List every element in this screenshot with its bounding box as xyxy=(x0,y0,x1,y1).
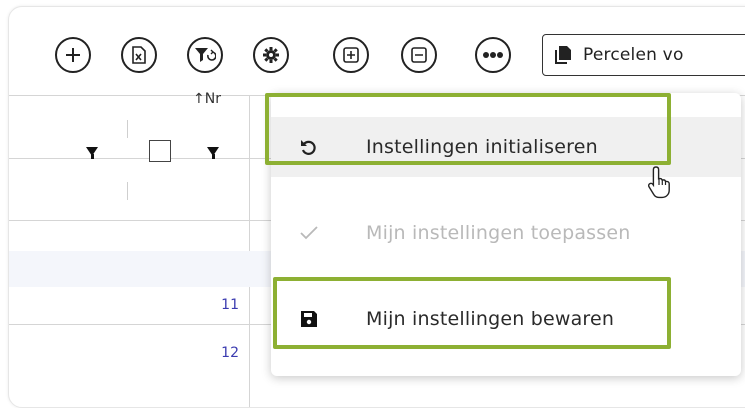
collapse-all-button[interactable] xyxy=(401,37,437,73)
select-all-checkbox[interactable] xyxy=(149,140,171,162)
menu-item-label: Mijn instellingen toepassen xyxy=(366,222,631,244)
settings-button[interactable] xyxy=(253,37,289,73)
filter-icon[interactable] xyxy=(86,147,98,159)
menu-item-label: Mijn instellingen bewaren xyxy=(366,308,615,330)
save-icon xyxy=(299,309,319,329)
percelen-label: Percelen vo xyxy=(583,45,684,65)
plus-icon xyxy=(66,48,80,62)
check-icon xyxy=(299,223,319,243)
minus-square-icon xyxy=(411,47,427,63)
filter-icon[interactable] xyxy=(207,147,219,159)
excel-icon xyxy=(132,46,146,64)
plus-square-icon xyxy=(343,47,359,63)
filter-reset-icon xyxy=(195,48,216,62)
add-button[interactable] xyxy=(55,37,91,73)
hand-cursor-icon xyxy=(647,166,670,199)
nr-column-header[interactable]: ↑Nr xyxy=(193,91,221,107)
reset-filter-button[interactable] xyxy=(187,37,223,73)
export-excel-button[interactable] xyxy=(121,37,157,73)
settings-dropdown-menu: Instellingen initialiseren Mijn instelli… xyxy=(271,93,741,376)
row-number[interactable]: 11 xyxy=(199,297,239,313)
row-number[interactable]: 12 xyxy=(199,345,239,361)
toolbar: Percelen vo xyxy=(9,7,745,95)
menu-item-save-my-settings[interactable]: Mijn instellingen bewaren xyxy=(271,289,741,349)
menu-item-label: Instellingen initialiseren xyxy=(366,136,598,158)
expand-all-button[interactable] xyxy=(333,37,369,73)
ellipsis-icon xyxy=(483,52,503,58)
undo-icon xyxy=(299,137,319,157)
copy-icon xyxy=(555,46,571,64)
percelen-button[interactable]: Percelen vo xyxy=(542,34,745,76)
gear-icon xyxy=(263,47,279,63)
more-button[interactable] xyxy=(475,37,511,73)
menu-item-apply-my-settings[interactable]: Mijn instellingen toepassen xyxy=(271,203,741,263)
app-window: Percelen vo ↑Nr 11 12 Instellingen initi… xyxy=(8,6,745,408)
